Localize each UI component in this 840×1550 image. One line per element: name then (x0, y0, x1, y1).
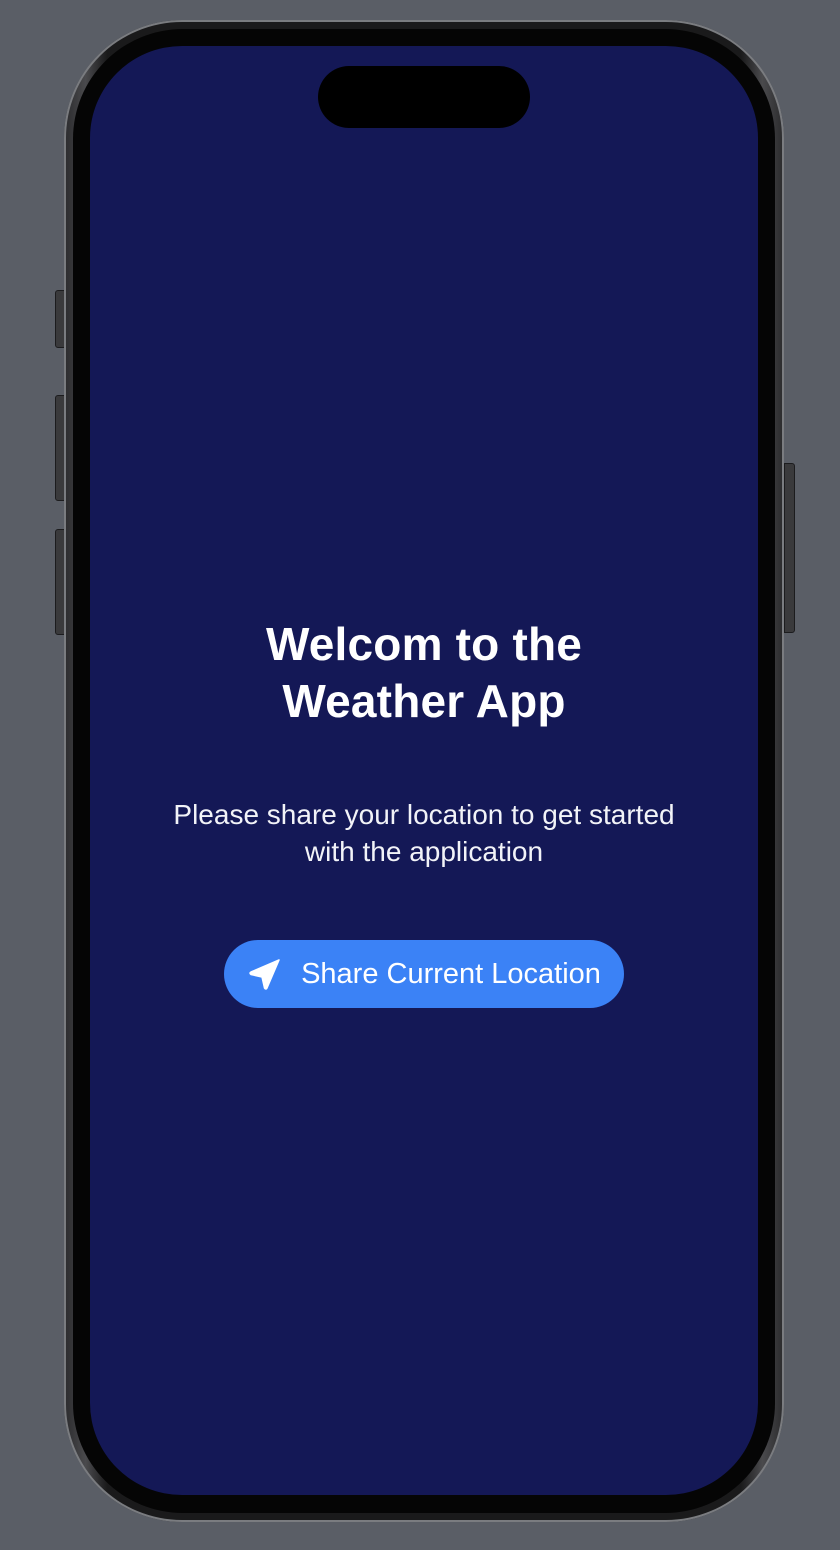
welcome-title: Welcom to the Weather App (265, 618, 583, 727)
app-screen: Welcom to the Weather App Please share y… (90, 46, 758, 1495)
power-button[interactable] (784, 463, 795, 633)
share-location-button[interactable]: Share Current Location (224, 940, 624, 1008)
welcome-content: Welcom to the Weather App Please share y… (90, 616, 758, 1008)
share-location-label: Share Current Location (301, 957, 601, 990)
location-arrow-icon (247, 956, 283, 992)
welcome-subtitle: Please share your location to get starte… (173, 799, 675, 867)
dynamic-island (318, 66, 530, 128)
